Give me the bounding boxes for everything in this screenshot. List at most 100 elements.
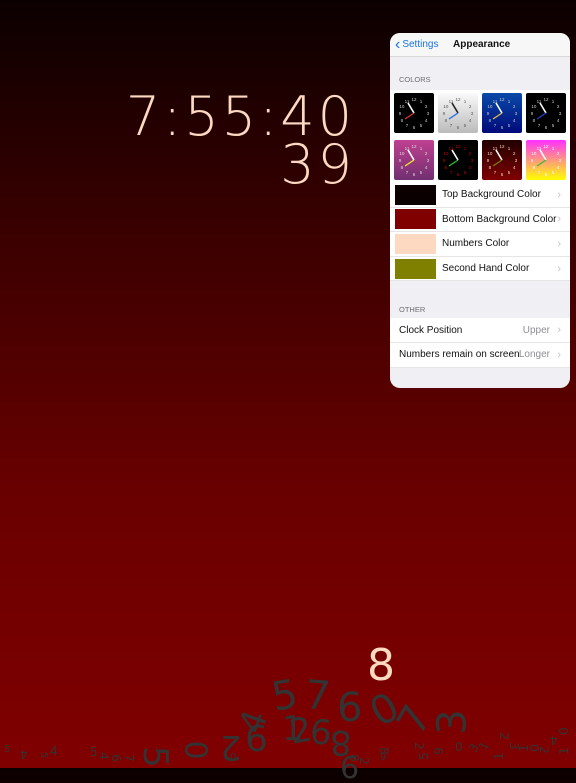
svg-text:3: 3 <box>471 158 474 163</box>
svg-text:6: 6 <box>413 125 416 130</box>
falling-digit: 9 <box>431 747 446 755</box>
svg-text:12: 12 <box>455 144 461 149</box>
color-row[interactable]: Second Hand Color › <box>390 256 570 282</box>
falling-digit: 3 <box>153 746 165 754</box>
row-label: Numbers Color <box>442 238 510 250</box>
svg-text:8: 8 <box>489 165 492 170</box>
svg-text:7: 7 <box>538 123 541 128</box>
row-value: Longer <box>518 349 550 361</box>
svg-text:10: 10 <box>531 104 537 109</box>
theme-thumbnail[interactable]: 1 2 3 4 5 6 7 8 9 10 11 12 <box>482 93 522 133</box>
clock-face-icon: 1234567891011 12 <box>531 144 562 177</box>
falling-digit: 2 <box>411 742 426 750</box>
clock-face-icon: 1234567891011 12 <box>399 97 430 130</box>
svg-text:1: 1 <box>552 99 555 104</box>
svg-text:1: 1 <box>420 146 423 151</box>
svg-text:9: 9 <box>487 158 490 163</box>
row-label: Top Background Color <box>442 189 541 201</box>
svg-text:1: 1 <box>508 99 511 104</box>
row-label: Second Hand Color <box>442 263 530 275</box>
svg-text:3: 3 <box>427 111 430 116</box>
svg-text:4: 4 <box>513 165 516 170</box>
color-swatch <box>395 233 436 254</box>
svg-text:8: 8 <box>533 118 536 123</box>
svg-text:5: 5 <box>508 123 511 128</box>
svg-text:12: 12 <box>543 97 549 102</box>
chevron-right-icon: › <box>557 348 561 361</box>
theme-thumbnail[interactable]: 1 2 3 4 5 6 7 8 9 10 11 12 <box>438 140 478 180</box>
svg-text:5: 5 <box>464 123 467 128</box>
svg-text:9: 9 <box>399 111 402 116</box>
svg-text:2: 2 <box>425 151 428 156</box>
svg-text:7: 7 <box>494 123 497 128</box>
svg-text:10: 10 <box>487 104 493 109</box>
svg-text:2: 2 <box>557 104 560 109</box>
svg-text:3: 3 <box>471 111 474 116</box>
svg-text:10: 10 <box>443 104 449 109</box>
chevron-right-icon: › <box>557 188 561 201</box>
svg-text:12: 12 <box>411 97 417 102</box>
svg-text:12: 12 <box>499 144 505 149</box>
theme-thumbnail[interactable]: 1 2 3 4 5 6 7 8 9 10 11 12 <box>526 140 566 180</box>
setting-row[interactable]: Numbers remain on screen Longer › <box>390 342 570 368</box>
back-button[interactable]: ‹ Settings <box>395 36 439 52</box>
color-swatch <box>395 209 436 230</box>
theme-thumbnail[interactable]: 1 2 3 4 5 6 7 8 9 10 11 12 <box>526 93 566 133</box>
svg-text:4: 4 <box>425 165 428 170</box>
colors-header: COLORS <box>399 75 431 84</box>
svg-text:12: 12 <box>543 144 549 149</box>
svg-text:11: 11 <box>537 146 542 151</box>
svg-text:4: 4 <box>557 118 560 123</box>
falling-digit: 0 <box>177 740 213 760</box>
svg-text:12: 12 <box>499 97 505 102</box>
svg-text:7: 7 <box>450 123 453 128</box>
clock-seconds: 39 <box>280 133 355 196</box>
falling-digit-highlight: 8 <box>367 640 395 691</box>
falling-digit: 4 <box>50 744 58 758</box>
theme-thumbnail[interactable]: 1 2 3 4 5 6 7 8 9 10 11 12 <box>394 140 434 180</box>
svg-text:2: 2 <box>513 104 516 109</box>
svg-text:6: 6 <box>545 172 548 177</box>
back-label: Settings <box>402 39 439 50</box>
svg-text:7: 7 <box>494 170 497 175</box>
falling-digit: 6 <box>108 754 123 762</box>
svg-text:3: 3 <box>515 111 518 116</box>
falling-digit: 3 <box>429 709 476 735</box>
color-row[interactable]: Bottom Background Color › <box>390 207 570 233</box>
falling-digit: 2 <box>496 732 511 740</box>
svg-text:9: 9 <box>531 158 534 163</box>
setting-row[interactable]: Clock Position Upper › <box>390 318 570 343</box>
falling-digit: 2 <box>536 746 551 754</box>
svg-text:2: 2 <box>469 104 472 109</box>
falling-digit: 0 <box>455 739 463 753</box>
chevron-right-icon: › <box>557 262 561 275</box>
svg-text:9: 9 <box>487 111 490 116</box>
svg-text:1: 1 <box>464 99 467 104</box>
theme-thumbnail[interactable]: 1 2 3 4 5 6 7 8 9 10 11 12 <box>438 93 478 133</box>
color-row[interactable]: Top Background Color › <box>390 183 570 208</box>
svg-text:11: 11 <box>537 99 542 104</box>
svg-text:5: 5 <box>552 123 555 128</box>
row-value: Upper <box>522 324 550 336</box>
svg-text:6: 6 <box>413 172 416 177</box>
clock-face-icon: 1234567891011 12 <box>487 97 518 130</box>
color-row[interactable]: Numbers Color › <box>390 232 570 257</box>
svg-text:2: 2 <box>469 151 472 156</box>
chevron-right-icon: › <box>557 213 561 226</box>
svg-text:8: 8 <box>533 165 536 170</box>
page-title: Appearance <box>453 39 511 50</box>
svg-text:7: 7 <box>406 170 409 175</box>
svg-text:3: 3 <box>515 158 518 163</box>
row-label: Bottom Background Color <box>442 213 557 225</box>
appearance-popover: ‹ Settings Appearance COLORS 1 2 3 4 5 6 7 8 9 10 1… <box>390 33 570 388</box>
row-label: Numbers remain on screen <box>399 349 520 361</box>
svg-text:11: 11 <box>493 99 498 104</box>
theme-grid: 1 2 3 4 5 6 7 8 9 10 11 12 1 2 3 4 5 6 7 8 9 10 11 12 1 2 3 4 5 6 7 8 9 1… <box>390 90 570 183</box>
svg-text:5: 5 <box>508 170 511 175</box>
theme-thumbnail[interactable]: 1 2 3 4 5 6 7 8 9 10 11 12 <box>482 140 522 180</box>
falling-digit: 1 <box>491 752 506 760</box>
theme-thumbnail[interactable]: 1 2 3 4 5 6 7 8 9 10 11 12 <box>394 93 434 133</box>
svg-text:8: 8 <box>445 165 448 170</box>
svg-text:9: 9 <box>531 111 534 116</box>
svg-text:2: 2 <box>425 104 428 109</box>
